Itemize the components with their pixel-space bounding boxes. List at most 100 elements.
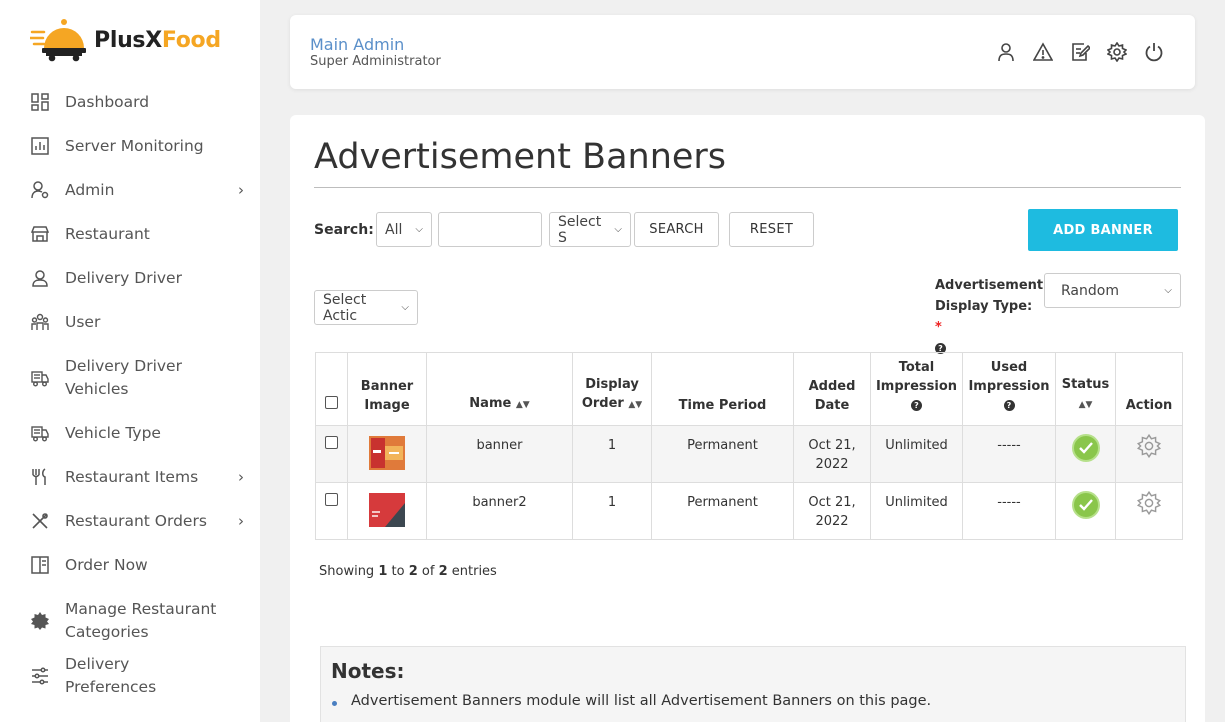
notes-title: Notes:: [331, 659, 405, 683]
header-actions: [995, 41, 1165, 63]
row-select-cell: [315, 482, 348, 540]
table-row: banner 1 Permanent Oct 21, 2022 Unlimite…: [315, 425, 1183, 483]
col-display-order[interactable]: Display Order ▲▼: [572, 352, 652, 426]
banner-thumbnail[interactable]: [369, 436, 405, 470]
row-checkbox[interactable]: [325, 493, 338, 506]
bulk-action-select[interactable]: Select Actic ⌵: [314, 290, 418, 325]
banner-thumbnail-cell: [347, 425, 427, 483]
pagination-info: Showing 1 to 2 of 2 entries: [319, 564, 497, 579]
gear-badge-icon: [30, 611, 50, 631]
banner-name: banner2: [426, 482, 573, 540]
search-input[interactable]: [438, 212, 542, 247]
admin-name: Main Admin: [310, 35, 405, 54]
driver-icon: [30, 268, 50, 288]
banner-time-period: Permanent: [651, 482, 794, 540]
store-icon: [30, 224, 50, 244]
delivery-cloche-icon: [28, 18, 88, 62]
sidebar-item-delivery-driver-vehicles[interactable]: Delivery Driver Vehicles: [0, 344, 260, 411]
brand-logo[interactable]: PlusXFood: [28, 18, 221, 62]
sidebar-item-restaurant-orders[interactable]: Restaurant Orders ›: [0, 499, 260, 543]
sidebar-item-user[interactable]: User: [0, 300, 260, 344]
profile-icon[interactable]: [995, 41, 1017, 63]
col-time-period: Time Period: [651, 352, 794, 426]
select-all-checkbox[interactable]: [325, 396, 338, 409]
sidebar: PlusXFood Dashboard Server Monitoring Ad…: [0, 0, 260, 722]
pagination-suffix: entries: [451, 564, 497, 579]
sidebar-item-restaurant-items[interactable]: Restaurant Items ›: [0, 455, 260, 499]
required-marker: *: [935, 320, 942, 335]
sidebar-item-vehicle-type[interactable]: Vehicle Type: [0, 411, 260, 455]
sidebar-item-dashboard[interactable]: Dashboard: [0, 80, 260, 124]
sidebar-item-label: Restaurant: [65, 224, 150, 243]
status-active-icon[interactable]: [1071, 491, 1100, 519]
banner-display-order: 1: [572, 482, 652, 540]
gear-icon[interactable]: [1136, 490, 1162, 521]
chevron-right-icon: ›: [238, 512, 244, 530]
settings-icon[interactable]: [1106, 41, 1128, 63]
select-all-header: [315, 352, 348, 426]
user-settings-icon: [30, 180, 50, 200]
sliders-icon: [30, 666, 50, 686]
row-checkbox[interactable]: [325, 436, 338, 449]
top-header: Main Admin Super Administrator: [290, 15, 1195, 89]
sidebar-item-order-now[interactable]: Order Now: [0, 543, 260, 587]
sidebar-item-restaurant[interactable]: Restaurant: [0, 212, 260, 256]
pagination-to-word: to: [391, 564, 405, 579]
banner-action-cell: [1115, 425, 1183, 483]
main-panel: Advertisement Banners Search: All ⌵ Sele…: [290, 115, 1205, 722]
add-banner-button[interactable]: ADD BANNER: [1028, 209, 1178, 251]
col-total-impression: Total Impression?: [870, 352, 963, 426]
banner-time-period: Permanent: [651, 425, 794, 483]
display-type-label-text: Advertisement Display Type:: [935, 278, 1044, 314]
sidebar-item-admin[interactable]: Admin ›: [0, 168, 260, 212]
display-type-value: Random: [1061, 282, 1119, 299]
reset-button[interactable]: RESET: [729, 212, 814, 247]
display-type-select[interactable]: Random ⌵: [1044, 273, 1181, 308]
sidebar-item-label: Dashboard: [65, 92, 150, 111]
title-divider: [314, 187, 1181, 188]
col-name-label: Name: [469, 396, 512, 411]
sort-icon: ▲▼: [515, 400, 530, 410]
col-status[interactable]: Status ▲▼: [1055, 352, 1116, 426]
pagination-from: 1: [378, 564, 388, 579]
status-active-icon[interactable]: [1071, 434, 1100, 462]
help-icon[interactable]: ?: [1003, 400, 1015, 411]
help-icon[interactable]: ?: [911, 400, 922, 411]
banner-added-date: Oct 21, 2022: [793, 482, 871, 540]
search-button[interactable]: SEARCH: [634, 212, 719, 247]
sidebar-item-label: Admin: [65, 180, 115, 199]
banner-display-order: 1: [572, 425, 652, 483]
search-scope-value: All: [385, 221, 403, 238]
dashboard-icon: [30, 92, 50, 112]
page-title: Advertisement Banners: [314, 137, 727, 177]
sidebar-item-manage-restaurant-categories[interactable]: Manage Restaurant Categories: [0, 587, 260, 654]
sidebar-item-label: Restaurant Orders: [65, 511, 207, 530]
chevron-down-icon: ⌵: [415, 224, 423, 235]
sidebar-item-server-monitoring[interactable]: Server Monitoring: [0, 124, 260, 168]
chevron-right-icon: ›: [238, 468, 244, 486]
edit-icon[interactable]: [1069, 41, 1091, 63]
search-scope-select[interactable]: All ⌵: [376, 212, 432, 247]
chart-icon: [30, 136, 50, 156]
col-name[interactable]: Name ▲▼: [426, 352, 573, 426]
sidebar-item-label: Delivery Driver Vehicles: [65, 356, 182, 398]
power-icon[interactable]: [1143, 41, 1165, 63]
sidebar-item-delivery-preferences[interactable]: Delivery Preferences: [0, 654, 260, 698]
display-type-label: Advertisement Display Type: * ?: [935, 275, 1043, 359]
sidebar-item-delivery-driver[interactable]: Delivery Driver: [0, 256, 260, 300]
truck-icon: [30, 368, 50, 388]
search-status-select[interactable]: Select S ⌵: [549, 212, 631, 247]
banner-action-cell: [1115, 482, 1183, 540]
notes-item: Advertisement Banners module will list a…: [331, 693, 932, 709]
users-icon: [30, 312, 50, 332]
pagination-prefix: Showing: [319, 564, 375, 579]
col-used-impression: Used Impression?: [962, 352, 1056, 426]
alert-icon[interactable]: [1032, 41, 1054, 63]
col-added-date: Added Date: [793, 352, 871, 426]
sort-icon: ▲▼: [628, 400, 643, 410]
gear-icon[interactable]: [1136, 433, 1162, 464]
sidebar-item-label: Vehicle Type: [65, 423, 161, 442]
banner-thumbnail[interactable]: [369, 493, 405, 527]
search-status-value: Select S: [558, 213, 602, 246]
sidebar-item-label: Restaurant Items: [65, 467, 199, 486]
